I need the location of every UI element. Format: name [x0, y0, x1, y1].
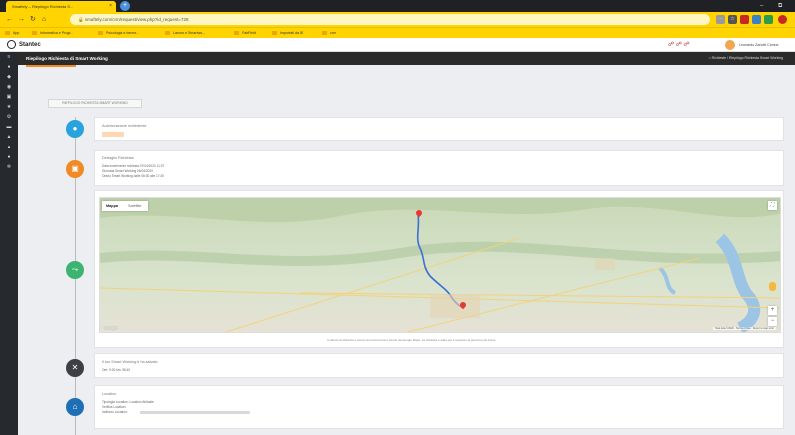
location-line: Tipologia Location: Location Abituale — [102, 400, 154, 404]
car-off-icon: ✕ — [66, 359, 84, 377]
street-view-icon[interactable] — [769, 282, 776, 291]
redacted-address — [140, 411, 250, 414]
location-line: Verifica Location: — [102, 405, 127, 409]
logo-icon — [7, 40, 16, 49]
map-attribution[interactable]: Map data ©2020 · Terms of Use · Report a… — [713, 327, 776, 330]
saved-title: Il tuo Smart Working ti ha salvato — [102, 360, 158, 364]
app-header: Stantec ☍ ☍ ☍ Leonardo Zanotti Cionne — [0, 38, 795, 52]
map-note: Il calcolo di distanza e tempo di percor… — [327, 338, 497, 342]
profile-icon[interactable] — [778, 15, 787, 24]
brand-logo[interactable]: Stantec — [7, 40, 41, 50]
sidebar-item-star[interactable]: ★ — [0, 102, 18, 112]
new-tab-icon[interactable]: + — [120, 1, 130, 11]
map-graphic — [100, 198, 780, 332]
details-line: Giornata Smart Working 06/04/2020 — [102, 169, 153, 173]
close-tab-icon[interactable]: × — [109, 1, 112, 12]
sidebar-item-user[interactable]: ▲ — [0, 132, 18, 142]
zoom-in-button[interactable]: + — [768, 306, 777, 315]
details-title: Dettaglio Richiesta — [102, 156, 134, 160]
auth-title: Autorizzazione richiedente — [102, 124, 147, 128]
saved-value: Ore: 9.00 km: 98.40 — [102, 368, 131, 372]
forward-icon[interactable]: → — [18, 14, 25, 25]
main-content: RIEPILOGO RICHIESTA SMART WORKING ● Auto… — [18, 65, 795, 435]
user-icon: ● — [66, 120, 84, 138]
home-icon[interactable]: ⌂ — [42, 14, 46, 25]
star-icon[interactable]: ☆ — [728, 15, 737, 24]
sidebar-item-profile[interactable]: ● — [0, 62, 18, 72]
sidebar-item-dashboard[interactable]: ◆ — [0, 72, 18, 82]
status-badge — [102, 132, 124, 137]
shield-extension-icon[interactable] — [740, 15, 749, 24]
tab-map[interactable]: Mappa — [106, 201, 118, 211]
fullscreen-icon[interactable]: ⛶ — [768, 201, 777, 210]
details-line: Orario Smart Working dalle 08:30 alle 17… — [102, 174, 164, 178]
map-type-control: Mappa Satellite — [102, 201, 148, 211]
sidebar-item-lock[interactable]: ▣ — [0, 92, 18, 102]
sidebar-item-pin[interactable]: ● — [0, 152, 18, 162]
avatar[interactable] — [725, 40, 735, 50]
extension-green-icon[interactable] — [764, 15, 773, 24]
tab-riepilogo[interactable]: RIEPILOGO RICHIESTA SMART WORKING — [48, 99, 142, 108]
calendar-icon: ▣ — [66, 160, 84, 178]
route-icon: ⤳ — [66, 261, 84, 279]
details-card: Dettaglio Richiesta Data inserimento ric… — [94, 150, 784, 186]
extension-blue-icon[interactable] — [752, 15, 761, 24]
header-notification-icons[interactable]: ☍ ☍ ☍ — [668, 40, 690, 50]
details-line: Data inserimento richiesta 07/04/2020 11… — [102, 164, 165, 168]
user-name[interactable]: Leonardo Zanotti Cionne — [739, 40, 779, 50]
google-logo: Google — [104, 325, 118, 330]
sidebar-item-settings[interactable]: ⚙ — [0, 112, 18, 122]
sidebar-item-view[interactable]: ◉ — [0, 82, 18, 92]
menu-icon[interactable]: ≡ — [0, 52, 18, 62]
sidebar-item-car[interactable]: ▬ — [0, 122, 18, 132]
browser-tab-bar: Smaftely – Riepilogo Richiesta S... × + … — [0, 0, 795, 12]
route-map[interactable]: Mappa Satellite ⛶ + − Google Map data ©2… — [99, 197, 781, 333]
brand-name: Stantec — [19, 42, 41, 49]
map-card: Mappa Satellite ⛶ + − Google Map data ©2… — [94, 190, 784, 348]
browser-tab[interactable]: Smaftely – Riepilogo Richiesta S... × — [6, 1, 116, 12]
sidebar-item-gear[interactable]: ✲ — [0, 162, 18, 172]
lock-icon: 🔒 — [78, 17, 85, 22]
auth-card: Autorizzazione richiedente — [94, 117, 784, 141]
zoom-out-button[interactable]: − — [768, 317, 777, 326]
url-text: smaftely.com/crm/request/view.php?id_req… — [84, 17, 189, 22]
extension-icon[interactable]: ⋯ — [716, 15, 725, 24]
saved-card: Il tuo Smart Working ti ha salvato Ore: … — [94, 353, 784, 378]
bookmarks-bar: App Informatica e Progr... Psicologia e … — [0, 27, 795, 38]
location-card: Location Tipologia Location: Location Ab… — [94, 385, 784, 429]
minimize-icon[interactable]: – — [760, 0, 763, 12]
page-title-bar: Riepilogo Richiesta di Smart Working ⌂ R… — [18, 52, 795, 65]
browser-tab-title: Smaftely – Riepilogo Richiesta S... — [12, 4, 74, 9]
restore-icon[interactable]: ⧉ — [778, 0, 782, 12]
reload-icon[interactable]: ↻ — [30, 14, 36, 25]
sidebar: ≡ ● ◆ ◉ ▣ ★ ⚙ ▬ ▲ ▴ ● ✲ — [0, 52, 18, 435]
sidebar-item-team[interactable]: ▴ — [0, 142, 18, 152]
location-title: Location — [102, 392, 117, 396]
location-line: Indirizzo Location: — [102, 410, 128, 414]
url-field[interactable]: 🔒 smaftely.com/crm/request/view.php?id_r… — [70, 14, 710, 25]
back-icon[interactable]: ← — [6, 14, 13, 25]
tab-satellite[interactable]: Satellite — [128, 201, 142, 211]
address-bar: ← → ↻ ⌂ 🔒 smaftely.com/crm/request/view.… — [0, 12, 795, 27]
page-title: Riepilogo Richiesta di Smart Working — [26, 56, 108, 61]
breadcrumb-text[interactable]: Richieste / Riepilogo Richiesta Smart Wo… — [712, 56, 783, 60]
home-location-icon: ⌂ — [66, 398, 84, 416]
breadcrumb: ⌂ Richieste / Riepilogo Richiesta Smart … — [709, 52, 783, 65]
